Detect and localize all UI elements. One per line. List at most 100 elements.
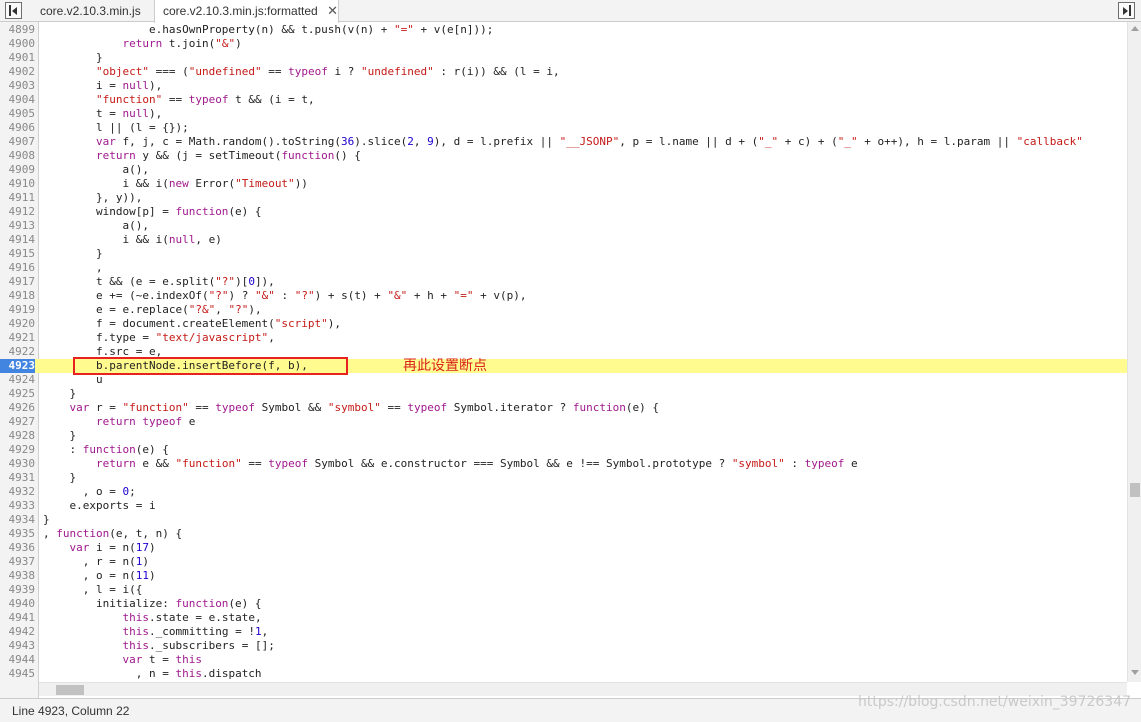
code-line[interactable]: 4910 i && i(new Error("Timeout")) bbox=[0, 177, 1127, 191]
scroll-down-icon[interactable] bbox=[1131, 670, 1139, 675]
line-number[interactable]: 4942 bbox=[0, 625, 36, 639]
code-line[interactable]: 4917 t && (e = e.split("?")[0]), bbox=[0, 275, 1127, 289]
line-number[interactable]: 4946 bbox=[0, 681, 36, 682]
line-number[interactable]: 4938 bbox=[0, 569, 36, 583]
code-line[interactable]: 4942 this._committing = !1, bbox=[0, 625, 1127, 639]
code-line[interactable]: 4924 u bbox=[0, 373, 1127, 387]
line-number[interactable]: 4913 bbox=[0, 219, 36, 233]
line-number[interactable]: 4899 bbox=[0, 23, 36, 37]
line-number[interactable]: 4940 bbox=[0, 597, 36, 611]
line-number[interactable]: 4917 bbox=[0, 275, 36, 289]
line-number[interactable]: 4945 bbox=[0, 667, 36, 681]
line-number[interactable]: 4922 bbox=[0, 345, 36, 359]
line-number[interactable]: 4912 bbox=[0, 205, 36, 219]
line-number[interactable]: 4923 bbox=[0, 359, 35, 373]
toggle-navigator-icon[interactable] bbox=[5, 2, 22, 19]
code-line[interactable]: 4921 f.type = "text/javascript", bbox=[0, 331, 1127, 345]
code-line[interactable]: 4932 , o = 0; bbox=[0, 485, 1127, 499]
code-line[interactable]: 4906 l || (l = {}); bbox=[0, 121, 1127, 135]
code-line[interactable]: 4919 e = e.replace("?&", "?"), bbox=[0, 303, 1127, 317]
line-number[interactable]: 4943 bbox=[0, 639, 36, 653]
code-line[interactable]: 4927 return typeof e bbox=[0, 415, 1127, 429]
code-line[interactable]: 4945 , n = this.dispatch bbox=[0, 667, 1127, 681]
line-number[interactable]: 4944 bbox=[0, 653, 36, 667]
line-number[interactable]: 4905 bbox=[0, 107, 36, 121]
code-line[interactable]: 4903 i = null), bbox=[0, 79, 1127, 93]
code-line[interactable]: 4941 this.state = e.state, bbox=[0, 611, 1127, 625]
line-number[interactable]: 4910 bbox=[0, 177, 36, 191]
line-number[interactable]: 4916 bbox=[0, 261, 36, 275]
code-line[interactable]: 4915 } bbox=[0, 247, 1127, 261]
line-number[interactable]: 4929 bbox=[0, 443, 36, 457]
code-line[interactable]: 4916 , bbox=[0, 261, 1127, 275]
horizontal-scroll-thumb[interactable] bbox=[56, 685, 84, 695]
code-line[interactable]: 4930 return e && "function" == typeof Sy… bbox=[0, 457, 1127, 471]
code-line[interactable]: 4939 , l = i({ bbox=[0, 583, 1127, 597]
code-editor[interactable]: 4899 e.hasOwnProperty(n) && t.push(v(n) … bbox=[0, 22, 1127, 682]
code-line[interactable]: 4926 var r = "function" == typeof Symbol… bbox=[0, 401, 1127, 415]
line-number[interactable]: 4941 bbox=[0, 611, 36, 625]
code-line[interactable]: 4901 } bbox=[0, 51, 1127, 65]
code-line[interactable]: 4933 e.exports = i bbox=[0, 499, 1127, 513]
code-line[interactable]: 4905 t = null), bbox=[0, 107, 1127, 121]
code-line[interactable]: 4938 , o = n(11) bbox=[0, 569, 1127, 583]
line-number[interactable]: 4933 bbox=[0, 499, 36, 513]
line-number[interactable]: 4937 bbox=[0, 555, 36, 569]
code-line[interactable]: 4900 return t.join("&") bbox=[0, 37, 1127, 51]
line-number[interactable]: 4934 bbox=[0, 513, 36, 527]
code-line[interactable]: 4918 e += (~e.indexOf("?") ? "&" : "?") … bbox=[0, 289, 1127, 303]
toggle-debugger-icon[interactable] bbox=[1118, 2, 1135, 19]
code-line[interactable]: 4912 window[p] = function(e) { bbox=[0, 205, 1127, 219]
code-line[interactable]: 4936 var i = n(17) bbox=[0, 541, 1127, 555]
code-line[interactable]: 4907 var f, j, c = Math.random().toStrin… bbox=[0, 135, 1127, 149]
tab-core-formatted[interactable]: core.v2.10.3.min.js:formatted ✕ bbox=[154, 0, 339, 23]
line-number[interactable]: 4919 bbox=[0, 303, 36, 317]
line-number[interactable]: 4918 bbox=[0, 289, 36, 303]
line-number[interactable]: 4908 bbox=[0, 149, 36, 163]
tab-core-minified[interactable]: core.v2.10.3.min.js bbox=[32, 0, 141, 22]
line-number[interactable]: 4904 bbox=[0, 93, 36, 107]
vertical-scrollbar[interactable] bbox=[1127, 22, 1141, 682]
line-number[interactable]: 4932 bbox=[0, 485, 36, 499]
line-number[interactable]: 4920 bbox=[0, 317, 36, 331]
code-line[interactable]: 4904 "function" == typeof t && (i = t, bbox=[0, 93, 1127, 107]
line-number[interactable]: 4936 bbox=[0, 541, 36, 555]
line-number[interactable]: 4924 bbox=[0, 373, 36, 387]
code-line[interactable]: 4940 initialize: function(e) { bbox=[0, 597, 1127, 611]
line-number[interactable]: 4921 bbox=[0, 331, 36, 345]
code-line[interactable]: 4909 a(), bbox=[0, 163, 1127, 177]
line-number[interactable]: 4903 bbox=[0, 79, 36, 93]
code-line[interactable]: 4937 , r = n(1) bbox=[0, 555, 1127, 569]
line-number[interactable]: 4928 bbox=[0, 429, 36, 443]
code-line[interactable]: 4911 }, y)), bbox=[0, 191, 1127, 205]
scroll-up-icon[interactable] bbox=[1131, 26, 1139, 31]
code-line[interactable]: 4935 , function(e, t, n) { bbox=[0, 527, 1127, 541]
line-number[interactable]: 4930 bbox=[0, 457, 36, 471]
line-number[interactable]: 4906 bbox=[0, 121, 36, 135]
code-line[interactable]: 4928 } bbox=[0, 429, 1127, 443]
line-number[interactable]: 4926 bbox=[0, 401, 36, 415]
line-number[interactable]: 4939 bbox=[0, 583, 36, 597]
line-number[interactable]: 4901 bbox=[0, 51, 36, 65]
line-number[interactable]: 4911 bbox=[0, 191, 36, 205]
close-icon[interactable]: ✕ bbox=[327, 0, 338, 22]
code-line[interactable]: 4929 : function(e) { bbox=[0, 443, 1127, 457]
code-line[interactable]: 4913 a(), bbox=[0, 219, 1127, 233]
code-line[interactable]: 4920 f = document.createElement("script"… bbox=[0, 317, 1127, 331]
code-line[interactable]: 4934} bbox=[0, 513, 1127, 527]
line-number[interactable]: 4909 bbox=[0, 163, 36, 177]
line-number[interactable]: 4907 bbox=[0, 135, 36, 149]
line-number[interactable]: 4931 bbox=[0, 471, 36, 485]
line-number[interactable]: 4935 bbox=[0, 527, 36, 541]
line-number[interactable]: 4927 bbox=[0, 415, 36, 429]
code-line[interactable]: 4943 this._subscribers = []; bbox=[0, 639, 1127, 653]
code-line[interactable]: 4931 } bbox=[0, 471, 1127, 485]
code-line[interactable]: 4908 return y && (j = setTimeout(functio… bbox=[0, 149, 1127, 163]
code-line[interactable]: 4925 } bbox=[0, 387, 1127, 401]
code-line[interactable]: 4944 var t = this bbox=[0, 653, 1127, 667]
line-number[interactable]: 4914 bbox=[0, 233, 36, 247]
line-number[interactable]: 4925 bbox=[0, 387, 36, 401]
code-line[interactable]: 4902 "object" === ("undefined" == typeof… bbox=[0, 65, 1127, 79]
line-number[interactable]: 4915 bbox=[0, 247, 36, 261]
code-line[interactable]: 4914 i && i(null, e) bbox=[0, 233, 1127, 247]
